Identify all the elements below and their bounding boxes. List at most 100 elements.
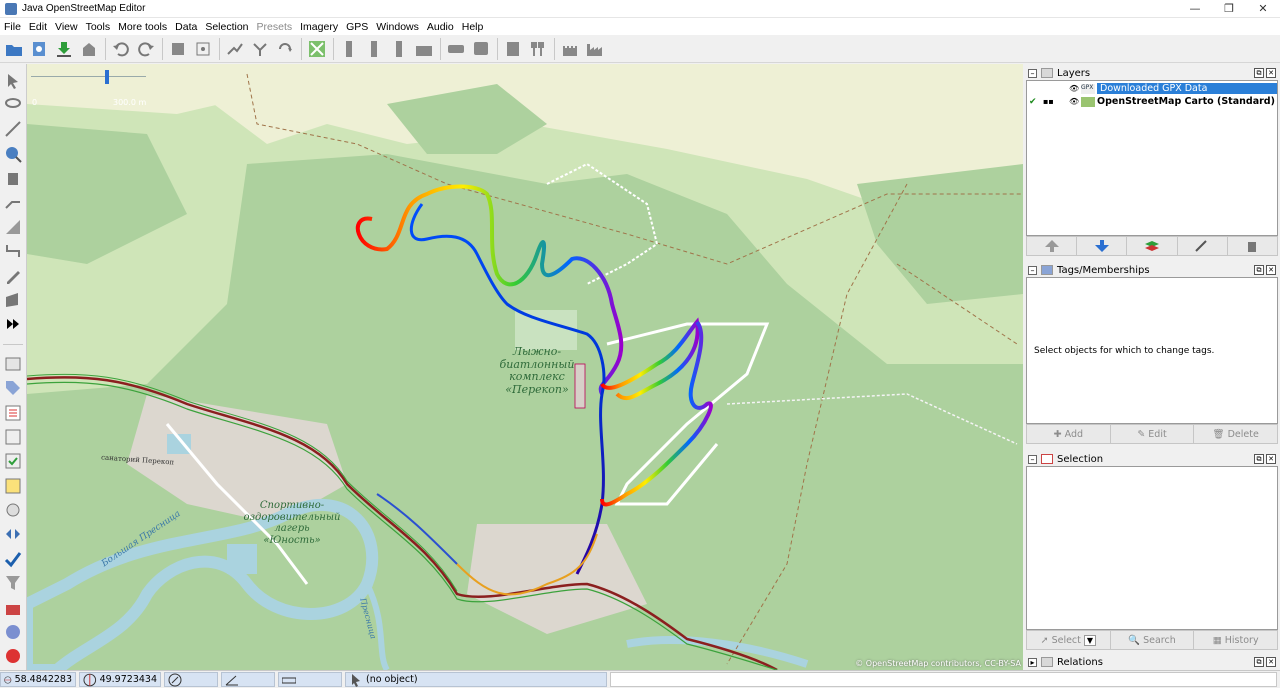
preset-castle-button[interactable]: [559, 38, 581, 60]
more-tools-button[interactable]: [2, 314, 24, 335]
download-button[interactable]: [53, 38, 75, 60]
extrude-mode-button[interactable]: [2, 192, 24, 213]
menu-gps[interactable]: GPS: [346, 21, 368, 33]
tool-bar-4[interactable]: [413, 38, 435, 60]
tags-title: Tags/Memberships: [1057, 264, 1150, 276]
chevron-down-icon[interactable]: ▼: [1083, 634, 1097, 646]
detach-icon[interactable]: ⧉: [1254, 265, 1264, 275]
tool-bar-3[interactable]: [388, 38, 410, 60]
combine-way-button[interactable]: [249, 38, 271, 60]
menu-file[interactable]: File: [4, 21, 21, 33]
menu-presets[interactable]: Presets: [257, 21, 293, 33]
preset-industrial-button[interactable]: [584, 38, 606, 60]
map-attribution[interactable]: © OpenStreetMap contributors, CC-BY-SA: [855, 659, 1021, 668]
improve-way-button[interactable]: [2, 241, 24, 262]
toggle-validation-button[interactable]: [2, 451, 24, 472]
menu-more-tools[interactable]: More tools: [118, 21, 167, 33]
preset-bus-button[interactable]: [470, 38, 492, 60]
close-icon[interactable]: ✕: [1266, 657, 1276, 667]
layers-header: – Layers ⧉ ✕: [1026, 66, 1278, 80]
delete-tag-button[interactable]: 🗑 Delete: [1194, 425, 1277, 443]
upload-button[interactable]: [78, 38, 100, 60]
toggle-layers-button[interactable]: [2, 353, 24, 374]
ruler-icon: [282, 677, 296, 683]
visibility-eye-icon[interactable]: 👁: [1069, 97, 1079, 106]
preset-bank-button[interactable]: [502, 38, 524, 60]
tags-dialog: – Tags/Memberships ⧉ ✕ Select objects fo…: [1026, 263, 1278, 444]
history-button[interactable]: ▦ History: [1194, 631, 1277, 649]
select-mode-button[interactable]: [2, 70, 24, 91]
lasso-mode-button[interactable]: [2, 94, 24, 115]
toggle-minimap-button[interactable]: [2, 646, 24, 667]
close-icon[interactable]: ✕: [1266, 454, 1276, 464]
toggle-relations-button[interactable]: [2, 426, 24, 447]
select-button[interactable]: ➚ Select ▼: [1027, 631, 1111, 649]
draw-mode-button[interactable]: [2, 119, 24, 140]
open-button[interactable]: [3, 38, 25, 60]
search-button[interactable]: 🔍 Search: [1111, 631, 1195, 649]
toggle-conflict-button[interactable]: [2, 524, 24, 545]
layer-row-gpx[interactable]: 👁 GPX Downloaded GPX Data: [1027, 82, 1277, 95]
toggle-filter-funnel-button[interactable]: [2, 572, 24, 593]
split-way-button[interactable]: [224, 38, 246, 60]
pencil-mode-button[interactable]: [2, 265, 24, 286]
collapse-icon[interactable]: –: [1028, 454, 1037, 464]
edit-tag-button[interactable]: ✎ Edit: [1111, 425, 1195, 443]
expand-icon[interactable]: ▸: [1028, 657, 1037, 667]
toggle-changeset-button[interactable]: [2, 548, 24, 569]
scale-knob[interactable]: [105, 70, 109, 84]
menu-audio[interactable]: Audio: [427, 21, 454, 33]
zoom-mode-button[interactable]: [2, 143, 24, 164]
wireframe-toggle-button[interactable]: [306, 38, 328, 60]
maximize-button[interactable]: ❐: [1212, 0, 1246, 18]
menu-edit[interactable]: Edit: [29, 21, 47, 33]
toggle-map-paint-button[interactable]: [2, 621, 24, 642]
tool-bar-2[interactable]: [363, 38, 385, 60]
menu-help[interactable]: Help: [462, 21, 484, 33]
parallel-mode-button[interactable]: [2, 216, 24, 237]
detach-icon[interactable]: ⧉: [1254, 68, 1264, 78]
activate-button[interactable]: [1178, 237, 1228, 255]
selection-list[interactable]: [1026, 466, 1278, 630]
close-button[interactable]: ✕: [1246, 0, 1280, 18]
zoom-to-selection-button[interactable]: [167, 38, 189, 60]
map-view[interactable]: 0 300.0 m Лыжно- биатлонный комплекс «Пе…: [27, 64, 1023, 670]
menu-view[interactable]: View: [55, 21, 78, 33]
separator: [333, 37, 334, 60]
delete-mode-button[interactable]: [2, 168, 24, 189]
preset-restaurant-button[interactable]: [527, 38, 549, 60]
merge-button[interactable]: [1127, 237, 1178, 255]
collapse-icon[interactable]: –: [1028, 265, 1037, 275]
toggle-gift-button[interactable]: [2, 597, 24, 618]
close-icon[interactable]: ✕: [1266, 68, 1276, 78]
redo-button[interactable]: [135, 38, 157, 60]
menu-data[interactable]: Data: [175, 21, 197, 33]
toggle-notes-button[interactable]: [2, 475, 24, 496]
area-mode-button[interactable]: [2, 289, 24, 310]
minimize-button[interactable]: —: [1178, 0, 1212, 18]
delete-layer-button[interactable]: [1228, 237, 1277, 255]
move-up-button[interactable]: [1027, 237, 1078, 255]
menu-selection[interactable]: Selection: [205, 21, 248, 33]
collapse-icon[interactable]: –: [1028, 68, 1037, 78]
close-icon[interactable]: ✕: [1266, 265, 1276, 275]
detach-icon[interactable]: ⧉: [1254, 454, 1264, 464]
tool-bar-1[interactable]: [338, 38, 360, 60]
relations-header[interactable]: ▸ Relations ⧉ ✕: [1026, 655, 1278, 669]
preferences-button[interactable]: [192, 38, 214, 60]
detach-icon[interactable]: ⧉: [1254, 657, 1264, 667]
toggle-selection-button[interactable]: [2, 402, 24, 423]
open-location-button[interactable]: [28, 38, 50, 60]
menu-windows[interactable]: Windows: [376, 21, 419, 33]
preset-car-button[interactable]: [445, 38, 467, 60]
visibility-eye-icon[interactable]: 👁: [1069, 84, 1079, 93]
layer-row-osm-carto[interactable]: ✔ ▪▪ 👁 OpenStreetMap Carto (Standard): [1027, 95, 1277, 108]
toggle-filter-button[interactable]: [2, 499, 24, 520]
menu-imagery[interactable]: Imagery: [300, 21, 338, 33]
toggle-tags-button[interactable]: [2, 377, 24, 398]
undo-button[interactable]: [110, 38, 132, 60]
reverse-way-button[interactable]: [274, 38, 296, 60]
add-tag-button[interactable]: ✚ Add: [1027, 425, 1111, 443]
move-down-button[interactable]: [1077, 237, 1128, 255]
menu-tools[interactable]: Tools: [86, 21, 111, 33]
